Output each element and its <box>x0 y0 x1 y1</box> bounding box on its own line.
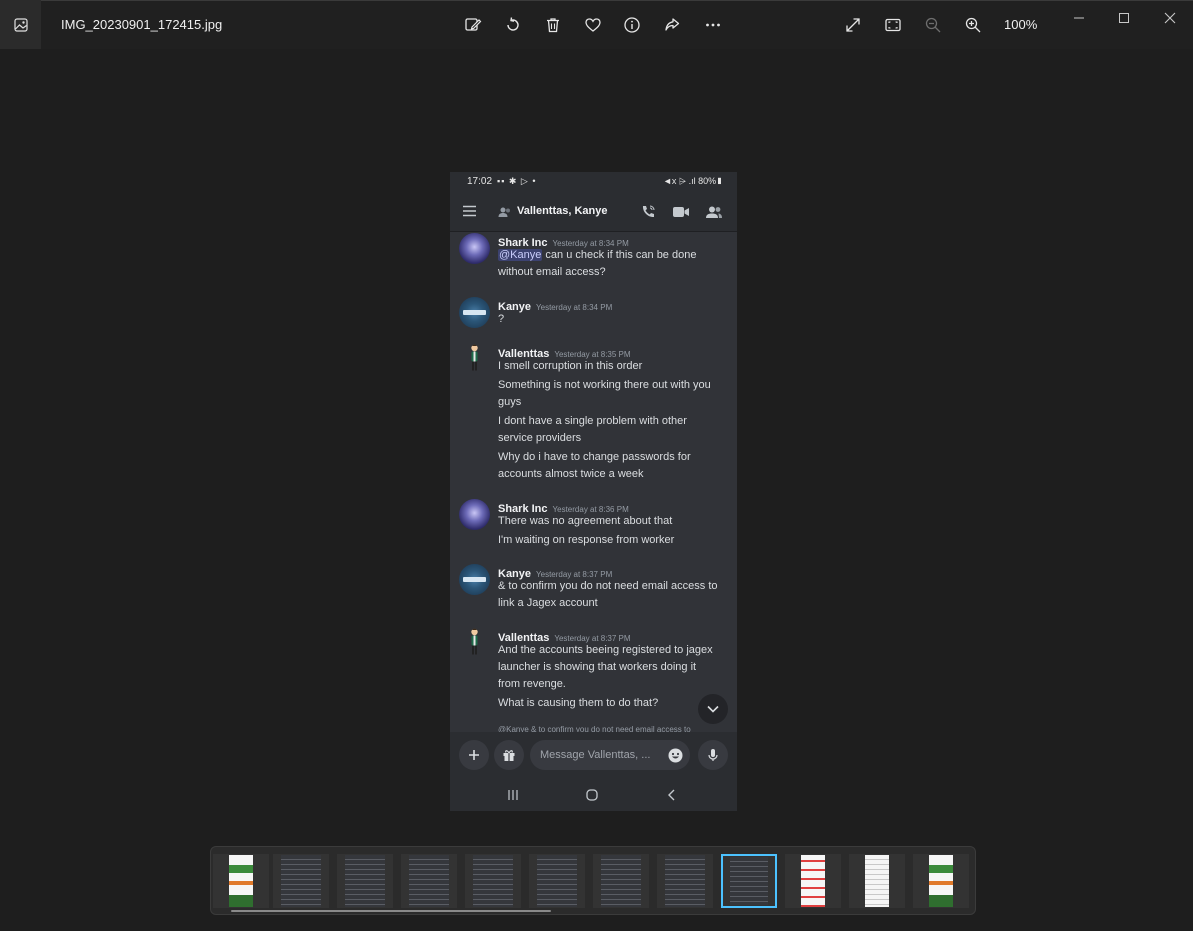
avatar <box>459 499 490 530</box>
microphone-icon <box>698 740 728 770</box>
thumbnail[interactable] <box>213 854 269 908</box>
message-text: & to confirm you do not need email acces… <box>498 580 718 592</box>
maximize-button[interactable] <box>1109 6 1139 30</box>
video-call-icon <box>671 202 691 222</box>
filmstrip <box>210 846 976 915</box>
thumbnail[interactable] <box>785 854 841 908</box>
edit-image-icon[interactable] <box>460 12 486 38</box>
message-text: Something is not working there out with … <box>498 379 711 391</box>
message-text: I smell corruption in this order <box>498 360 643 372</box>
emoji-icon <box>668 748 683 768</box>
thumbnail[interactable] <box>465 854 521 908</box>
fit-window-icon[interactable] <box>880 12 906 38</box>
status-battery: ◄x ⩥ .ıl 80%▮ <box>663 176 723 186</box>
photo-canvas: 17:02 ▪▪ ✱ ▷ • ◄x ⩥ .ıl 80%▮ Vallenttas,… <box>450 172 737 811</box>
zoom-out-icon[interactable] <box>920 12 946 38</box>
share-icon[interactable] <box>659 12 685 38</box>
thumbnail[interactable] <box>593 854 649 908</box>
message-text: accounts almost twice a week <box>498 468 644 480</box>
status-time: 17:02 <box>467 176 493 187</box>
title-bar-border <box>0 0 1193 1</box>
home-icon <box>580 786 604 804</box>
chat-title: Vallenttas, Kanye <box>517 205 608 217</box>
trash-icon[interactable] <box>540 12 566 38</box>
hamburger-menu-icon <box>462 204 477 222</box>
message-text: @Kanye can u check if this can be done <box>498 247 732 264</box>
message-text: link a Jagex account <box>498 597 598 609</box>
group-dm-icon <box>498 205 512 223</box>
rotate-icon[interactable] <box>500 12 526 38</box>
message-input <box>530 740 690 770</box>
avatar <box>459 297 490 328</box>
avatar <box>459 626 490 657</box>
message-text: service providers <box>498 432 582 444</box>
thumbnail-selected[interactable] <box>721 854 777 908</box>
message-text: There was no agreement about that <box>498 515 673 527</box>
thumbnail[interactable] <box>657 854 713 908</box>
filmstrip-scrollbar[interactable] <box>231 910 551 912</box>
message-text: from revenge. <box>498 678 566 690</box>
zoom-level[interactable]: 100% <box>1004 17 1037 32</box>
title-bar: IMG_20230901_172415.jpg 100% <box>0 0 1193 49</box>
close-button[interactable] <box>1155 6 1185 30</box>
photos-app-icon[interactable] <box>0 0 41 49</box>
expand-icon[interactable] <box>840 12 866 38</box>
android-nav-bar <box>450 779 737 811</box>
minimize-button[interactable] <box>1064 6 1094 30</box>
info-icon[interactable] <box>619 12 645 38</box>
thumbnail[interactable] <box>849 854 905 908</box>
message-text: without email access? <box>498 266 606 278</box>
avatar <box>459 342 490 373</box>
chat-header: Vallenttas, Kanye <box>450 192 737 232</box>
back-icon <box>660 786 684 804</box>
message-text-part: can u check if this can be done <box>542 249 697 261</box>
message-text: guys <box>498 396 522 408</box>
recent-apps-icon <box>501 786 525 804</box>
message-text: Why do i have to change passwords for <box>498 451 691 463</box>
thumbnail[interactable] <box>273 854 329 908</box>
thumbnail[interactable] <box>529 854 585 908</box>
user-mention: @Kanye <box>498 249 543 261</box>
gift-icon <box>494 740 524 770</box>
avatar <box>459 564 490 595</box>
message-text: launcher is showing that workers doing i… <box>498 661 697 673</box>
zoom-in-icon[interactable] <box>960 12 986 38</box>
message-text: I dont have a single problem with other <box>498 415 687 427</box>
message-text: And the accounts beeing registered to ja… <box>498 644 713 656</box>
heart-icon[interactable] <box>580 12 606 38</box>
message-text: What is causing them to do that? <box>498 697 659 709</box>
phone-status-bar: 17:02 ▪▪ ✱ ▷ • ◄x ⩥ .ıl 80%▮ <box>450 172 737 192</box>
thumbnail[interactable] <box>401 854 457 908</box>
status-notification-icons: ▪▪ ✱ ▷ • <box>497 176 537 186</box>
message-composer <box>450 732 737 779</box>
call-icon <box>638 202 658 222</box>
add-attachment-icon <box>459 740 489 770</box>
members-icon <box>704 202 724 222</box>
avatar <box>459 233 490 264</box>
message-text: I'm waiting on response from worker <box>498 534 675 546</box>
message-text: ? <box>498 313 505 325</box>
file-name: IMG_20230901_172415.jpg <box>61 17 223 32</box>
jump-to-present-button <box>698 694 728 724</box>
thumbnail[interactable] <box>913 854 969 908</box>
more-icon[interactable] <box>700 12 726 38</box>
thumbnail[interactable] <box>337 854 393 908</box>
